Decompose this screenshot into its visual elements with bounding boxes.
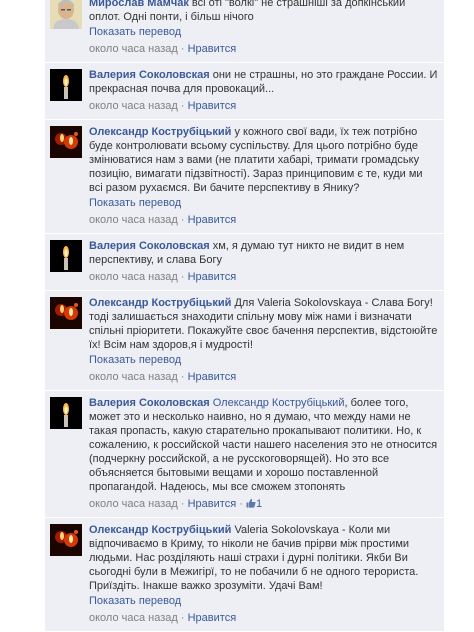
like-link[interactable]: Нравится xyxy=(188,100,237,112)
comment-meta: около часа назад · Нравится xyxy=(89,43,237,55)
comment-body: Олександр Кострубіцький Valeria Sokolovs… xyxy=(89,523,438,593)
comment-time: около часа назад xyxy=(89,100,178,112)
comment-body: Валерия Соколовская хм, я думаю тут никт… xyxy=(89,239,438,267)
comment-body: Мирослав Мамчак всі оті "волкі" не страш… xyxy=(89,0,438,24)
comment-item: Мирослав Мамчак всі оті "волкі" не страш… xyxy=(45,0,444,63)
candles-icon[interactable] xyxy=(50,524,82,556)
comment-meta: около часа назад · Нравится xyxy=(89,612,237,624)
comment-item: Олександр Кострубіцький у кожного свої в… xyxy=(45,120,444,234)
like-link[interactable]: Нравится xyxy=(188,371,237,383)
comment-author[interactable]: Мирослав Мамчак xyxy=(89,0,189,9)
comment-item: Валерия Соколовская они не страшны, но э… xyxy=(45,63,444,120)
comment-body: Олександр Кострубіцький Для Valeria Soko… xyxy=(89,296,438,352)
comment-text: , более того, может это и несколько наив… xyxy=(89,397,438,493)
comment-meta: около часа назад · Нравится xyxy=(89,214,237,226)
comment-item: Валерия Соколовская хм, я думаю тут никт… xyxy=(45,234,444,291)
translate-link[interactable]: Показать перевод xyxy=(89,353,438,367)
comment-time: около часа назад xyxy=(89,271,178,283)
like-link[interactable]: Нравится xyxy=(188,214,237,226)
comment-body: Олександр Кострубіцький у кожного свої в… xyxy=(89,125,438,195)
comment-author[interactable]: Валерия Соколовская xyxy=(89,397,210,409)
comment-body: Валерия Соколовская они не страшны, но э… xyxy=(89,68,438,96)
comment-item: Валерия Соколовская Олександр Кострубіць… xyxy=(45,391,444,518)
comment-feed: Мирослав Мамчак всі оті "волкі" не страш… xyxy=(45,0,444,632)
comment-item: Олександр Кострубіцький Valeria Sokolovs… xyxy=(45,518,444,632)
candle-icon[interactable] xyxy=(50,397,82,429)
comment-time: около часа назад xyxy=(89,371,178,383)
comment-meta: около часа назад · Нравится xyxy=(89,371,237,383)
comment-author[interactable]: Олександр Кострубіцький xyxy=(89,297,231,309)
comment-time: около часа назад xyxy=(89,498,178,510)
comment-meta: около часа назад · Нравится xyxy=(89,271,237,283)
comment-time: около часа назад xyxy=(89,612,178,624)
comment-author[interactable]: Валерия Соколовская xyxy=(89,240,210,252)
photo-man-icon[interactable] xyxy=(50,0,82,29)
translate-link[interactable]: Показать перевод xyxy=(89,25,438,39)
translate-link[interactable]: Показать перевод xyxy=(89,196,438,210)
candles-icon[interactable] xyxy=(50,126,82,158)
translate-link[interactable]: Показать перевод xyxy=(89,594,438,608)
like-link[interactable]: Нравится xyxy=(188,43,237,55)
comment-item: Олександр Кострубіцький Для Valeria Soko… xyxy=(45,291,444,391)
thumbs-up-icon xyxy=(246,498,256,508)
like-link[interactable]: Нравится xyxy=(188,271,237,283)
candles-icon[interactable] xyxy=(50,297,82,329)
candle-icon[interactable] xyxy=(50,240,82,272)
like-count[interactable]: 1 xyxy=(246,498,262,510)
comment-author[interactable]: Олександр Кострубіцький xyxy=(89,524,231,536)
mention-link[interactable]: Олександр Кострубіцький xyxy=(213,397,345,409)
comment-author[interactable]: Валерия Соколовская xyxy=(89,69,210,81)
comment-time: около часа назад xyxy=(89,214,178,226)
like-count-value: 1 xyxy=(255,498,263,510)
comment-meta: около часа назад · Нравится xyxy=(89,100,237,112)
comment-meta: около часа назад · Нравится · 1 xyxy=(89,498,263,510)
comment-body: Валерия Соколовская Олександр Кострубіць… xyxy=(89,396,438,494)
like-link[interactable]: Нравится xyxy=(188,498,237,510)
comment-author[interactable]: Олександр Кострубіцький xyxy=(89,126,231,138)
comment-time: около часа назад xyxy=(89,43,178,55)
candle-icon[interactable] xyxy=(50,69,82,101)
like-link[interactable]: Нравится xyxy=(188,612,237,624)
